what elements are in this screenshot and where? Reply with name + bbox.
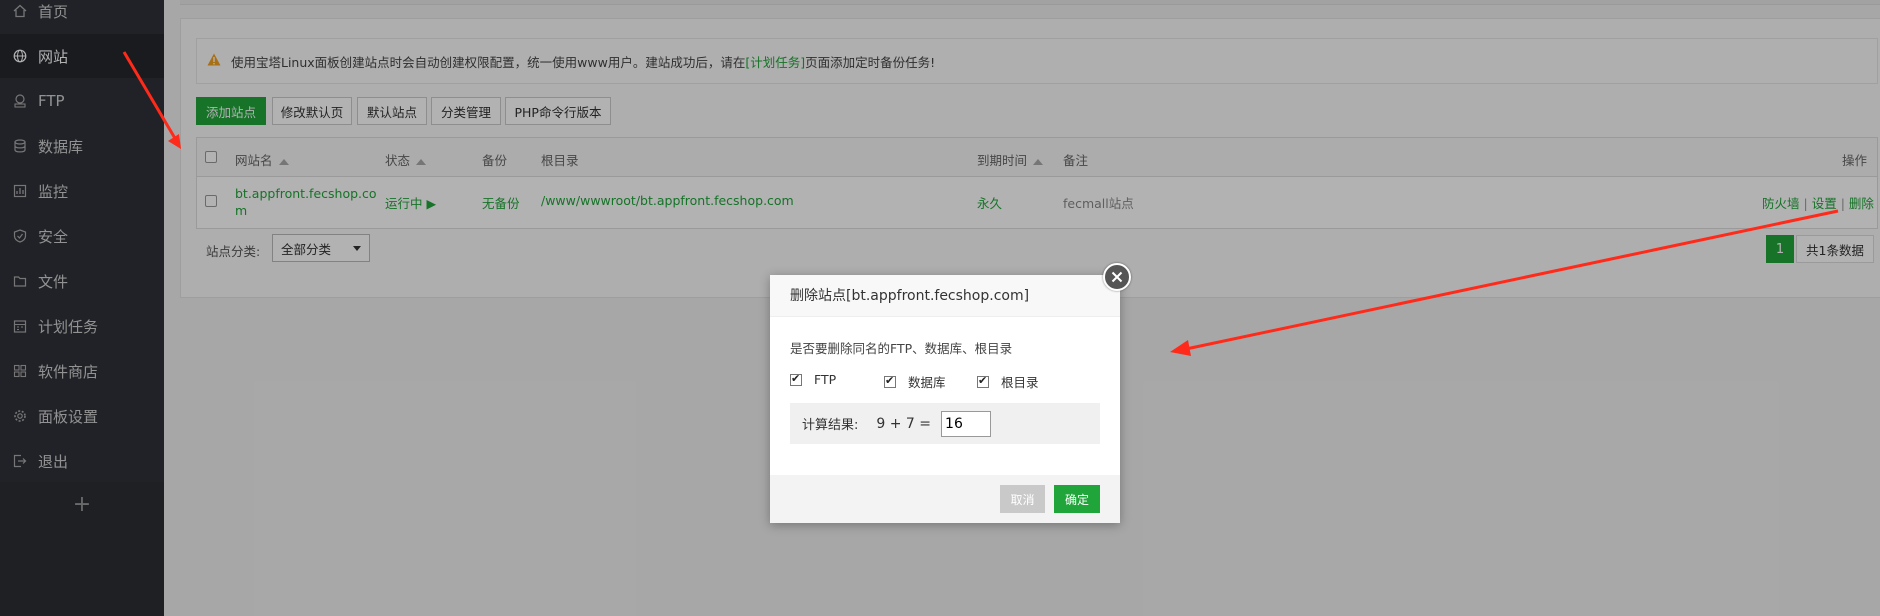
calc-label: 计算结果: — [802, 418, 859, 433]
cancel-button[interactable]: 取消 — [1000, 485, 1045, 513]
option-root[interactable]: 根目录 — [977, 372, 1039, 391]
calc-expression: 9 + 7 = — [876, 415, 932, 432]
dialog-question: 是否要删除同名的FTP、数据库、根目录 — [790, 341, 1013, 356]
root-checkbox[interactable] — [977, 374, 989, 388]
option-ftp[interactable]: FTP — [790, 372, 836, 387]
close-dialog-button[interactable] — [1103, 263, 1131, 291]
close-icon — [1111, 271, 1123, 283]
captcha-box: 计算结果: 9 + 7 = — [790, 403, 1100, 444]
arrow-head-delete — [1170, 340, 1191, 356]
calc-result-input[interactable] — [941, 410, 992, 437]
ftp-checkbox[interactable] — [790, 372, 802, 386]
confirm-button[interactable]: 确定 — [1054, 485, 1100, 513]
arrow-line-website — [122, 51, 178, 141]
dialog-title: 删除站点[bt.appfront.fecshop.com] — [770, 275, 1120, 317]
delete-site-dialog: 删除站点[bt.appfront.fecshop.com] 是否要删除同名的FT… — [770, 275, 1120, 523]
dialog-footer: 取消 确定 — [770, 475, 1120, 523]
arrow-line-delete — [1185, 209, 1839, 351]
option-database[interactable]: 数据库 — [884, 372, 946, 391]
database-checkbox[interactable] — [884, 374, 896, 388]
